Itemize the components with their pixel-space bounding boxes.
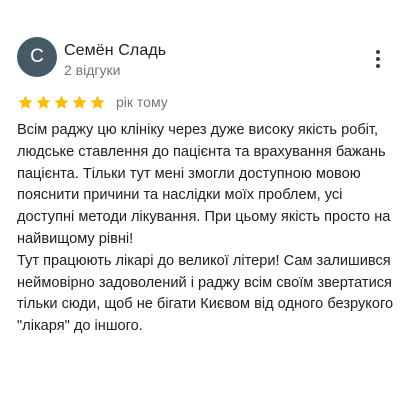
- review-date: рік тому: [116, 94, 168, 110]
- avatar[interactable]: С: [17, 37, 57, 77]
- star-icon: [53, 94, 70, 111]
- star-icon: [71, 94, 88, 111]
- star-icon: [89, 94, 106, 111]
- more-options-button[interactable]: [368, 48, 388, 72]
- star-icon: [35, 94, 52, 111]
- star-icon: [17, 94, 34, 111]
- review-paragraph: Тут працюють лікарі до великої літери! С…: [17, 252, 394, 335]
- author-name[interactable]: Семён Сладь: [64, 42, 166, 60]
- review-paragraph: Всім раджу цю клініку через дуже високу …: [17, 122, 391, 247]
- author-review-count: 2 відгуки: [64, 62, 121, 78]
- more-vert-icon: [368, 50, 388, 68]
- star-rating: [17, 94, 107, 111]
- rating-row: рік тому: [17, 91, 168, 113]
- review-text: Всім раджу цю клініку через дуже високу …: [17, 120, 395, 338]
- review-card: С Семён Сладь 2 відгуки рік тому Всім ра…: [0, 0, 400, 400]
